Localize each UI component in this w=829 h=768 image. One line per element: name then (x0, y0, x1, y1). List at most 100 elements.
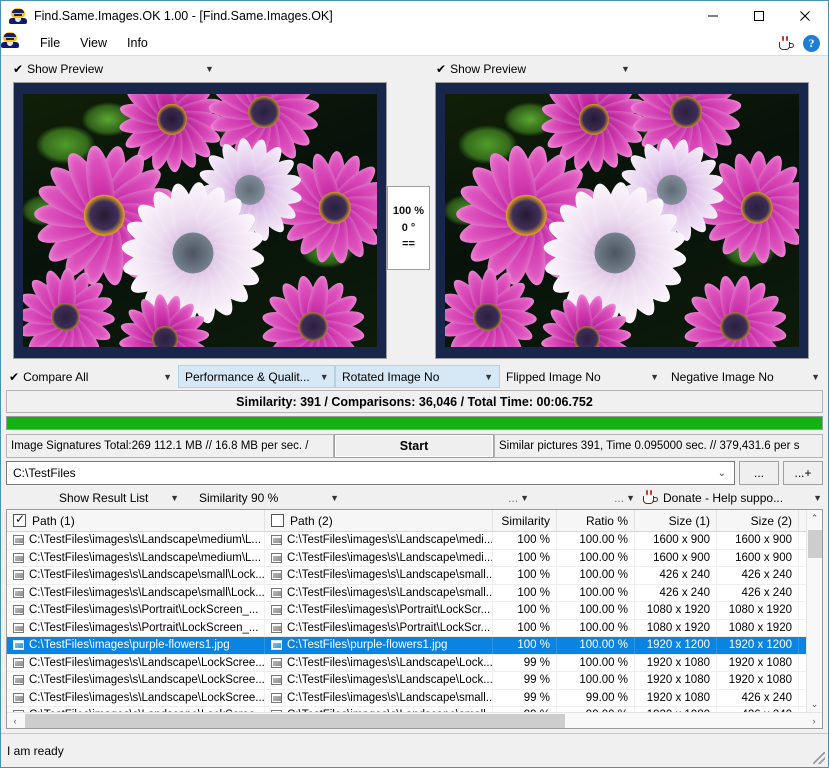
similar-pictures-text: Similar pictures 391, Time 0.095000 sec.… (499, 440, 800, 452)
cell-text: 100.00 % (579, 586, 628, 599)
chevron-down-icon[interactable]: ▼ (170, 493, 179, 503)
column-header-path2[interactable]: Path (2) (265, 510, 493, 531)
column-checkbox-path1[interactable] (13, 512, 26, 527)
cell-text: C:\TestFiles\images\s\Landscape\medi... (287, 534, 493, 547)
scroll-up-arrow-icon[interactable]: ⌃ (807, 510, 823, 526)
preview-image-right[interactable] (435, 82, 809, 359)
table-row[interactable]: C:\TestFiles\images\s\Landscape\LockScre… (7, 672, 822, 690)
table-row[interactable]: C:\TestFiles\images\s\Landscape\LockScre… (7, 689, 822, 707)
table-row[interactable]: C:\TestFiles\images\s\Portrait\LockScree… (7, 602, 822, 620)
column-header-label: Path (1) (32, 513, 75, 528)
option-compare-all[interactable]: ✔ Compare All ▼ (3, 365, 178, 388)
vertical-scrollbar[interactable]: ⌃ ⌄ (806, 510, 822, 712)
cell-text: C:\TestFiles\images\s\Portrait\LockScr..… (287, 604, 491, 617)
vertical-scroll-thumb[interactable] (807, 530, 822, 558)
extra-options-control-2[interactable]: ... ▼ (529, 491, 635, 505)
menu-item-view[interactable]: View (70, 33, 117, 53)
cell-size2: 1600 x 900 (717, 532, 799, 549)
chevron-down-icon[interactable]: ▼ (640, 372, 659, 382)
table-row[interactable]: C:\TestFiles\images\s\Landscape\LockScre… (7, 654, 822, 672)
minimize-button[interactable] (690, 1, 736, 31)
chevron-down-icon[interactable]: ▼ (474, 372, 493, 382)
cell-size1: 1600 x 900 (635, 532, 717, 549)
scroll-left-arrow-icon[interactable]: ‹ (7, 713, 23, 729)
image-thumbnail-icon (271, 692, 282, 703)
chevron-down-icon[interactable]: ▼ (801, 372, 820, 382)
cell-text: 100.00 % (579, 551, 628, 564)
column-header-size1[interactable]: Size (1) (635, 510, 717, 531)
image-thumbnail-icon (271, 622, 282, 633)
cell-size2: 1600 x 900 (717, 549, 799, 566)
table-row[interactable]: C:\TestFiles\images\s\Landscape\small\Lo… (7, 584, 822, 602)
show-preview-right[interactable]: ✔ Show Preview ▼ (436, 58, 656, 80)
cell-similarity: 99 % (493, 672, 557, 689)
maximize-button[interactable] (736, 1, 782, 31)
resize-grip-icon[interactable] (813, 752, 825, 764)
chevron-down-icon[interactable]: ▼ (310, 372, 329, 382)
option-performance-quality[interactable]: Performance & Qualit... ▼ (178, 365, 335, 388)
cell-text: 1600 x 900 (735, 551, 792, 564)
cell-ratio: 100.00 % (557, 672, 635, 689)
column-header-similarity[interactable]: Similarity (493, 510, 557, 531)
horizontal-scrollbar[interactable]: ‹ › (7, 712, 822, 728)
chevron-down-icon[interactable]: ▼ (626, 493, 635, 503)
vertical-scroll-track[interactable] (807, 526, 823, 696)
cell-size2: 426 x 240 (717, 584, 799, 601)
horizontal-scroll-track[interactable] (23, 713, 806, 729)
start-button[interactable]: Start (334, 434, 494, 458)
browse-folder-button[interactable]: ... (739, 461, 779, 485)
cell-size1: 1080 x 1920 (635, 602, 717, 619)
option-negative-image[interactable]: Negative Image No ▼ (665, 365, 826, 388)
menu-item-info[interactable]: Info (117, 33, 158, 53)
cell-text: 426 x 240 (741, 586, 792, 599)
results-table: Path (1) Path (2) Similarity Ratio % Size (1… (6, 509, 823, 729)
column-header-path1[interactable]: Path (1) (7, 510, 265, 531)
preview-toggle-bar: ✔ Show Preview ▼ ✔ Show Preview ▼ (1, 56, 828, 82)
chevron-down-icon[interactable]: ▼ (520, 493, 529, 503)
table-row[interactable]: C:\TestFiles\images\s\Portrait\LockScree… (7, 619, 822, 637)
menu-item-file[interactable]: File (30, 33, 70, 53)
option-performance-quality-label: Performance & Qualit... (185, 369, 310, 384)
column-header-ratio[interactable]: Ratio % (557, 510, 635, 531)
chevron-down-icon[interactable]: ▼ (813, 493, 822, 503)
column-checkbox-path2[interactable] (271, 514, 284, 527)
option-rotated-image[interactable]: Rotated Image No ▼ (335, 365, 500, 388)
chevron-down-icon[interactable]: ▼ (330, 493, 339, 503)
preview-image-left[interactable] (13, 82, 387, 359)
scroll-down-arrow-icon[interactable]: ⌄ (807, 696, 823, 712)
comparison-info-box: 100 % 0 ° == (387, 186, 430, 270)
chevron-down-icon[interactable]: ⌄ (718, 468, 726, 479)
image-thumbnail-icon (271, 587, 282, 598)
horizontal-scroll-thumb[interactable] (25, 713, 565, 728)
chevron-down-icon[interactable]: ▼ (153, 372, 172, 382)
chevron-down-icon[interactable]: ▼ (621, 64, 630, 74)
cell-path2: C:\TestFiles\images\s\Landscape\medi... (265, 532, 493, 549)
donate-control[interactable]: Donate - Help suppo... ▼ (635, 490, 822, 506)
scroll-right-arrow-icon[interactable]: › (806, 713, 822, 729)
extra-options-control-1[interactable]: ... ▼ (339, 491, 529, 505)
show-result-list-control[interactable]: Show Result List ▼ (7, 491, 179, 505)
table-row[interactable]: C:\TestFiles\images\s\Landscape\medium\L… (7, 549, 822, 567)
option-compare-all-label: Compare All (23, 369, 89, 384)
option-flipped-image[interactable]: Flipped Image No ▼ (500, 365, 665, 388)
chevron-down-icon[interactable]: ▼ (205, 64, 214, 74)
column-header-label: Path (2) (290, 513, 333, 528)
application-window: Find.Same.Images.OK 1.00 - [Find.Same.Im… (0, 0, 829, 768)
table-body: C:\TestFiles\images\s\Landscape\medium\L… (7, 532, 822, 728)
table-row[interactable]: C:\TestFiles\images\s\Landscape\medium\L… (7, 532, 822, 550)
cell-text: 1920 x 1080 (646, 691, 710, 704)
folder-path-input[interactable]: C:\TestFiles ⌄ (6, 461, 735, 485)
table-header-row: Path (1) Path (2) Similarity Ratio % Size (1… (7, 510, 822, 532)
help-icon[interactable]: ? (803, 35, 820, 52)
cell-text: 1600 x 900 (653, 551, 710, 564)
table-row[interactable]: C:\TestFiles\images\s\Landscape\small\Lo… (7, 567, 822, 585)
similarity-threshold-control[interactable]: Similarity 90 % ▼ (179, 491, 339, 505)
add-folder-button[interactable]: ...+ (783, 461, 823, 485)
column-header-size2[interactable]: Size (2) (717, 510, 799, 531)
table-row[interactable]: C:\TestFiles\images\purple-flowers1.jpg C… (7, 637, 822, 655)
show-preview-left[interactable]: ✔ Show Preview ▼ (13, 58, 233, 80)
cell-text: C:\TestFiles\images\s\Portrait\LockScr..… (287, 621, 491, 634)
coffee-cup-icon[interactable] (777, 35, 795, 52)
cell-similarity: 100 % (493, 532, 557, 549)
close-button[interactable] (782, 1, 828, 31)
